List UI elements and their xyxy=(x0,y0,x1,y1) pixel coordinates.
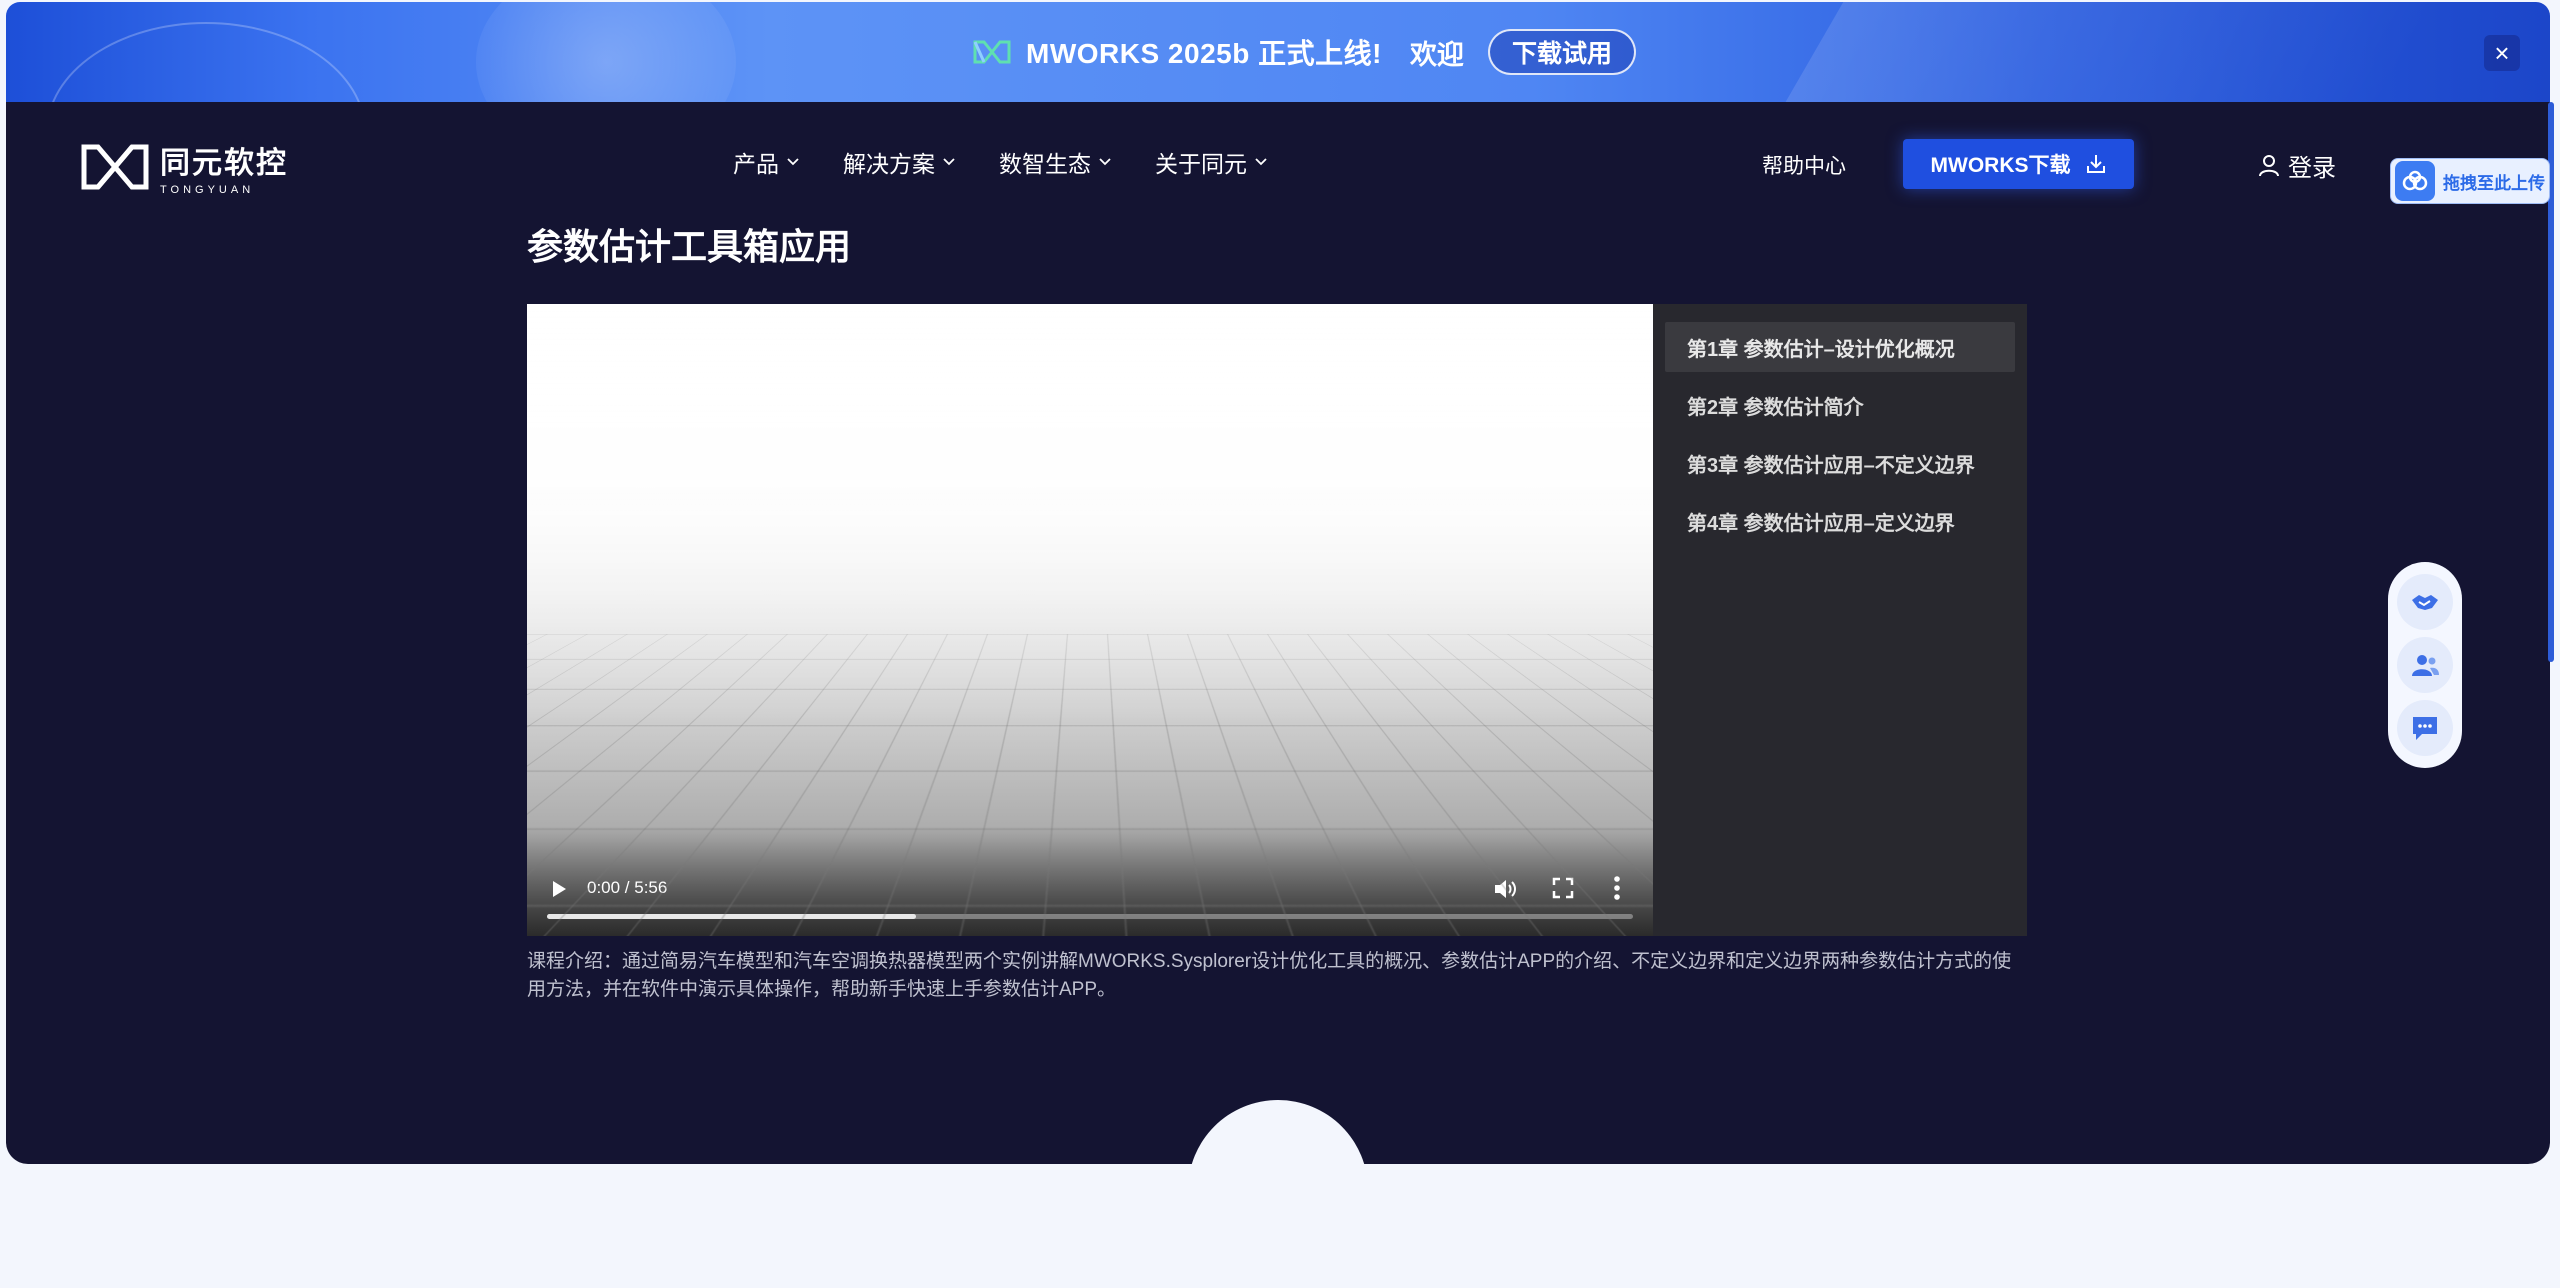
nav-item-products[interactable]: 产品 xyxy=(733,145,799,179)
video-time: 0:00 / 5:56 xyxy=(587,878,667,898)
fullscreen-icon[interactable] xyxy=(1551,876,1575,900)
course-description: 课程介绍：通过简易汽车模型和汽车空调换热器模型两个实例讲解MWORKS.Sysp… xyxy=(527,948,2027,1004)
chevron-down-icon xyxy=(1099,158,1111,166)
close-banner-button[interactable]: × xyxy=(2484,35,2520,71)
nav-label: 产品 xyxy=(733,145,779,179)
help-center-link[interactable]: 帮助中心 xyxy=(1762,150,1846,180)
upload-tag-label: 拖拽至此上传 xyxy=(2443,169,2545,194)
users-icon[interactable] xyxy=(2397,637,2453,693)
mworks-download-button[interactable]: MWORKS下载 xyxy=(1903,139,2134,189)
nav-item-ecosystem[interactable]: 数智生态 xyxy=(999,145,1111,179)
mworks-logo-icon xyxy=(972,38,1012,66)
main-nav: 产品 解决方案 数智生态 关于同元 xyxy=(733,145,1267,179)
upload-cloud-icon xyxy=(2395,161,2435,201)
logo-en-text: TONGYUAN xyxy=(160,184,288,196)
video-progress-fill xyxy=(547,914,916,919)
login-label: 登录 xyxy=(2288,148,2336,183)
login-link[interactable]: 登录 xyxy=(2258,148,2336,183)
nav-label: 关于同元 xyxy=(1155,145,1247,179)
nav-item-solutions[interactable]: 解决方案 xyxy=(843,145,955,179)
chapter-item-3[interactable]: 第3章 参数估计应用–不定义边界 xyxy=(1665,438,2015,488)
chevron-down-icon xyxy=(1255,158,1267,166)
play-icon[interactable] xyxy=(549,878,569,900)
nav-label: 数智生态 xyxy=(999,145,1091,179)
banner-decoration xyxy=(46,22,366,102)
video-progress-bar[interactable] xyxy=(547,914,1633,919)
logo-cn-text: 同元软控 xyxy=(160,138,288,182)
page-title: 参数估计工具箱应用 xyxy=(527,218,851,270)
download-button-label: MWORKS下载 xyxy=(1931,149,2071,179)
chapter-item-4[interactable]: 第4章 参数估计应用–定义边界 xyxy=(1665,496,2015,546)
try-download-button[interactable]: 下载试用 xyxy=(1488,29,1636,75)
drag-upload-widget[interactable]: 拖拽至此上传 xyxy=(2390,158,2550,204)
chat-icon[interactable] xyxy=(2397,700,2453,756)
chevron-down-icon xyxy=(943,158,955,166)
chapter-item-2[interactable]: 第2章 参数估计简介 xyxy=(1665,380,2015,430)
download-icon xyxy=(2085,153,2107,175)
promo-banner: MWORKS 2025b 正式上线! 欢迎 下载试用 × xyxy=(6,2,2550,102)
chapter-list: 第1章 参数估计–设计优化概况 第2章 参数估计简介 第3章 参数估计应用–不定… xyxy=(1653,304,2027,936)
banner-content: MWORKS 2025b 正式上线! 欢迎 下载试用 xyxy=(972,28,1636,76)
banner-welcome-text: 欢迎 xyxy=(1410,33,1464,72)
nav-item-about[interactable]: 关于同元 xyxy=(1155,145,1267,179)
video-controls: 0:00 / 5:56 xyxy=(527,856,1653,936)
user-icon xyxy=(2258,154,2280,178)
site-logo[interactable]: 同元软控 TONGYUAN xyxy=(80,138,288,196)
chapter-item-1[interactable]: 第1章 参数估计–设计优化概况 xyxy=(1665,322,2015,372)
more-options-icon[interactable] xyxy=(1613,874,1621,902)
banner-product-text: MWORKS 2025b 正式上线! xyxy=(1026,32,1382,72)
handshake-icon[interactable] xyxy=(2397,574,2453,630)
banner-decoration xyxy=(476,2,736,102)
floating-side-widget xyxy=(2388,562,2462,768)
nav-label: 解决方案 xyxy=(843,145,935,179)
banner-decoration xyxy=(1739,2,2512,102)
video-player[interactable]: 0:00 / 5:56 xyxy=(527,304,1653,936)
chevron-down-icon xyxy=(787,158,799,166)
volume-icon[interactable] xyxy=(1492,876,1518,902)
tongyuan-logo-icon xyxy=(80,141,150,193)
